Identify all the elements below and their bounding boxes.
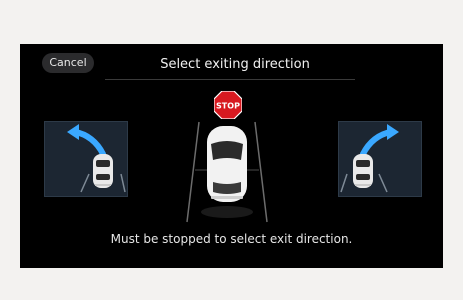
exit-left-option[interactable] bbox=[44, 121, 128, 197]
stop-sign-icon: STOP bbox=[214, 91, 242, 119]
page-title: Select exiting direction bbox=[160, 57, 310, 72]
exit-direction-screen: Cancel Select exiting direction STOP Mus… bbox=[20, 44, 443, 268]
stop-sign-text: STOP bbox=[216, 102, 240, 111]
title-divider bbox=[105, 79, 355, 80]
vehicle-illustration bbox=[185, 104, 269, 228]
exit-hint-text: Must be stopped to select exit direction… bbox=[110, 232, 353, 246]
left-exit-arrow-icon bbox=[67, 124, 126, 193]
right-exit-arrow-icon bbox=[340, 124, 399, 193]
exit-right-option[interactable] bbox=[338, 121, 422, 197]
cancel-button[interactable]: Cancel bbox=[42, 53, 94, 73]
